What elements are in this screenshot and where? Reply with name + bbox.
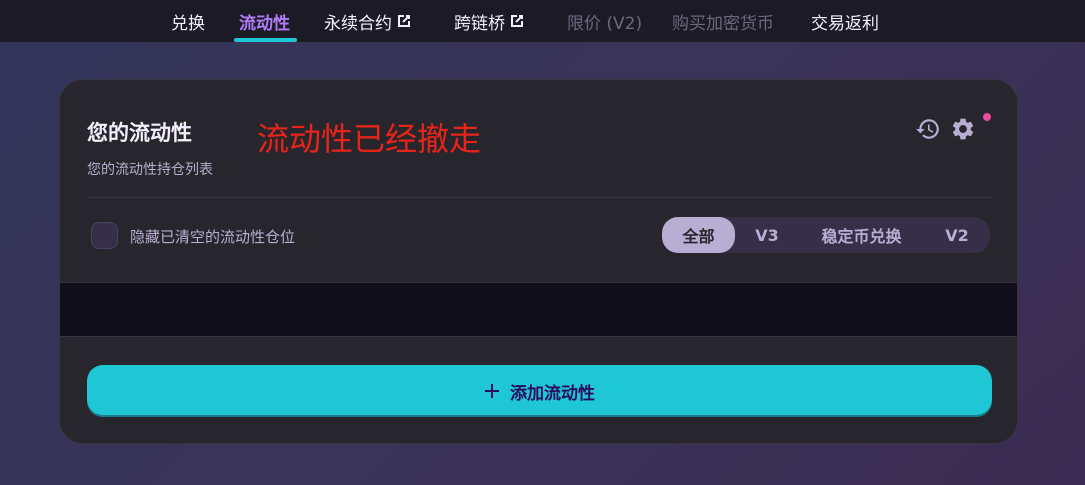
external-link-icon [398, 15, 410, 27]
nav-item-label: 交易返利 [811, 13, 879, 34]
history-icon[interactable] [915, 116, 941, 142]
nav-item-buy-crypto[interactable]: 购买加密货币 [672, 0, 774, 42]
hide-closed-label: 隐藏已清空的流动性仓位 [130, 228, 296, 246]
add-liquidity-button[interactable]: 添加流动性 [87, 365, 992, 417]
nav-item-label: 永续合约 [324, 13, 392, 34]
nav-item-swap[interactable]: 兑换 [171, 0, 205, 42]
nav-item-label: 限价 (V2) [567, 13, 643, 34]
nav-item-label: 跨链桥 [454, 13, 505, 34]
filter-stableswap[interactable]: 稳定币兑换 [799, 217, 924, 253]
card-title: 您的流动性 [87, 121, 192, 145]
filter-v3[interactable]: V3 [735, 217, 799, 253]
nav-item-bridge[interactable]: 跨链桥 [454, 0, 525, 42]
nav-item-label: 流动性 [239, 13, 290, 34]
nav-item-perpetual[interactable]: 永续合约 [324, 0, 412, 42]
external-link-icon [511, 15, 523, 27]
notification-dot [983, 113, 991, 121]
plus-icon [485, 384, 499, 398]
nav-item-label: 购买加密货币 [672, 13, 774, 34]
nav-item-liquidity[interactable]: 流动性 [239, 0, 290, 42]
active-tab-indicator [234, 38, 297, 42]
hide-closed-checkbox[interactable] [91, 222, 118, 249]
positions-list [60, 282, 1017, 337]
add-liquidity-label: 添加流动性 [510, 383, 595, 404]
divider [87, 197, 992, 198]
nav-item-trade-rebate[interactable]: 交易返利 [811, 0, 879, 42]
filter-v2[interactable]: V2 [924, 217, 990, 253]
version-filter: 全部 V3 稳定币兑换 V2 [662, 217, 990, 253]
annotation-text: 流动性已经撤走 [257, 120, 482, 158]
filter-all[interactable]: 全部 [662, 217, 735, 253]
top-nav: 兑换 流动性 永续合约 跨链桥 限价 (V2) 购买加密货币 交易返利 [0, 0, 1085, 42]
nav-item-limit[interactable]: 限价 (V2) [567, 0, 642, 42]
nav-item-label: 兑换 [171, 13, 205, 34]
liquidity-card: 您的流动性 您的流动性持仓列表 流动性已经撤走 隐藏已清空的流动性仓位 全部 V… [59, 79, 1018, 444]
gear-icon[interactable] [950, 116, 976, 142]
card-subtitle: 您的流动性持仓列表 [87, 162, 213, 178]
